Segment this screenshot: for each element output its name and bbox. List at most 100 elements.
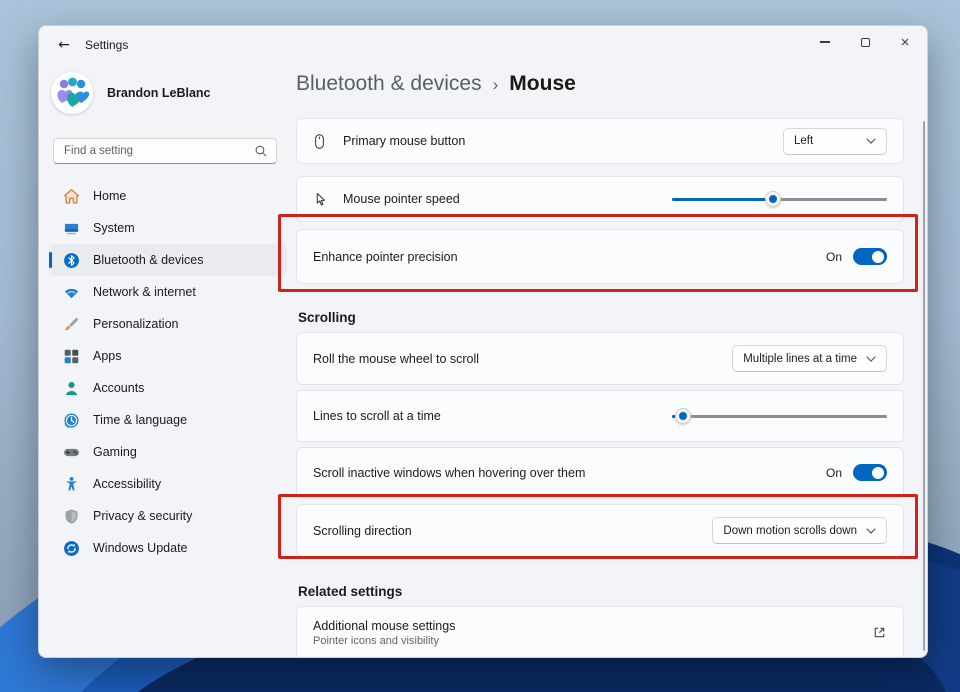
breadcrumb-parent[interactable]: Bluetooth & devices	[296, 72, 482, 96]
sidebar-item-system[interactable]: System	[49, 212, 287, 244]
primary-mouse-button-card: Primary mouse button Left	[296, 118, 904, 164]
lines-scroll-label: Lines to scroll at a time	[313, 409, 441, 423]
additional-mouse-settings-card[interactable]: Additional mouse settings Pointer icons …	[296, 606, 904, 657]
inactive-windows-toggle[interactable]	[853, 464, 887, 481]
accounts-icon	[65, 381, 78, 395]
primary-mouse-button-label: Primary mouse button	[343, 134, 466, 148]
sidebar-item-home[interactable]: Home	[49, 180, 287, 212]
sidebar-item-label: Apps	[93, 349, 122, 363]
wheel-scroll-dropdown[interactable]: Multiple lines at a time	[732, 345, 887, 372]
mouse-icon	[313, 133, 330, 150]
home-icon	[64, 188, 79, 204]
chevron-down-icon	[866, 355, 876, 362]
window-controls: ×	[805, 26, 925, 58]
settings-window: ← Settings × Brandon LeBlanc Find a sett…	[38, 25, 928, 658]
chevron-down-icon	[866, 527, 876, 534]
user-name: Brandon LeBlanc	[107, 86, 211, 100]
scrollbar[interactable]	[923, 121, 925, 651]
maximize-icon	[860, 37, 870, 47]
pointer-speed-card: Mouse pointer speed	[296, 176, 904, 222]
gaming-icon	[64, 448, 79, 456]
primary-button-dropdown[interactable]: Left	[783, 127, 887, 155]
slider-thumb[interactable]	[765, 191, 782, 207]
scrolling-direction-dropdown[interactable]: Down motion scrolls down	[712, 517, 887, 544]
sidebar-item-label: Windows Update	[93, 541, 188, 555]
sidebar-item-apps[interactable]: Apps	[49, 340, 287, 372]
sidebar-item-label: System	[93, 221, 135, 235]
related-settings-header: Related settings	[298, 584, 403, 599]
search-box	[53, 138, 277, 164]
sidebar-item-label: Privacy & security	[93, 509, 193, 523]
user-profile[interactable]: Brandon LeBlanc	[51, 72, 211, 114]
accessibility-icon	[65, 476, 78, 491]
wheel-scroll-card: Roll the mouse wheel to scroll Multiple …	[296, 332, 904, 385]
breadcrumb: Bluetooth & devices › Mouse	[296, 72, 576, 96]
slider-track	[672, 414, 887, 418]
lines-scroll-slider[interactable]	[672, 408, 887, 424]
slider-thumb[interactable]	[674, 408, 691, 424]
enhance-precision-label: Enhance pointer precision	[313, 249, 458, 264]
sidebar-item-label: Accounts	[93, 381, 145, 395]
scrolling-direction-value: Down motion scrolls down	[723, 524, 857, 537]
privacy-security-icon	[65, 508, 78, 524]
pointer-speed-slider[interactable]	[672, 191, 887, 207]
sidebar-item-bluetooth-devices[interactable]: Bluetooth & devices	[49, 244, 287, 276]
minimize-icon	[820, 41, 830, 43]
sidebar-item-personalization[interactable]: Personalization	[49, 308, 287, 340]
enhance-precision-card: Enhance pointer precision On	[296, 229, 904, 284]
avatar	[51, 72, 93, 114]
sidebar-item-label: Bluetooth & devices	[93, 253, 204, 267]
enhance-precision-state: On	[825, 249, 842, 264]
additional-settings-title: Additional mouse settings	[313, 618, 456, 633]
scrolling-direction-card: Scrolling direction Down motion scrolls …	[296, 504, 904, 557]
close-button[interactable]: ×	[885, 26, 925, 58]
additional-settings-subtitle: Pointer icons and visibility	[313, 634, 439, 647]
sidebar-item-privacy-security[interactable]: Privacy & security	[49, 500, 287, 532]
desktop-wallpaper: ← Settings × Brandon LeBlanc Find a sett…	[0, 0, 960, 692]
bluetooth-icon	[64, 252, 79, 268]
slider-fill	[672, 191, 782, 207]
sidebar-item-windows-update[interactable]: Windows Update	[49, 532, 287, 564]
primary-button-value: Left	[794, 135, 814, 147]
wheel-scroll-label: Roll the mouse wheel to scroll	[313, 351, 480, 366]
inactive-windows-state: On	[825, 465, 842, 480]
personalization-icon	[64, 317, 79, 330]
enhance-precision-toggle[interactable]	[853, 248, 887, 265]
search-icon	[255, 145, 267, 157]
back-button[interactable]: ←	[49, 32, 79, 58]
sidebar-item-gaming[interactable]: Gaming	[49, 436, 287, 468]
sidebar-item-accounts[interactable]: Accounts	[49, 372, 287, 404]
time-language-icon	[64, 412, 79, 428]
sidebar-item-label: Time & language	[93, 413, 188, 427]
maximize-button[interactable]	[845, 26, 885, 58]
scrolling-section-header: Scrolling	[298, 310, 356, 325]
cursor-icon	[313, 192, 330, 207]
toggle-knob	[872, 250, 884, 263]
search-input[interactable]	[64, 145, 254, 157]
lines-scroll-card: Lines to scroll at a time	[296, 390, 904, 442]
sidebar-item-network-internet[interactable]: Network & internet	[49, 276, 287, 308]
window-title: Settings	[85, 38, 129, 52]
sidebar-item-time-language[interactable]: Time & language	[49, 404, 287, 436]
external-link-icon	[872, 625, 887, 640]
chevron-down-icon	[866, 138, 876, 144]
sidebar-item-accessibility[interactable]: Accessibility	[49, 468, 287, 500]
close-icon: ×	[900, 33, 910, 51]
network-icon	[64, 288, 79, 298]
pointer-speed-label: Mouse pointer speed	[343, 192, 460, 206]
sidebar-item-label: Gaming	[93, 445, 137, 459]
scrolling-direction-label: Scrolling direction	[313, 523, 412, 538]
minimize-button[interactable]	[805, 26, 845, 58]
system-icon	[64, 223, 79, 234]
sidebar-item-label: Network & internet	[93, 285, 196, 299]
toggle-knob	[872, 466, 884, 479]
sidebar-item-label: Home	[93, 189, 127, 203]
sidebar-item-label: Accessibility	[93, 477, 162, 491]
windows-update-icon	[64, 540, 79, 556]
breadcrumb-separator-icon: ›	[492, 75, 499, 94]
apps-icon	[64, 349, 79, 363]
slider-fill	[672, 408, 691, 424]
page-title: Mouse	[509, 72, 576, 95]
sidebar-item-label: Personalization	[93, 317, 179, 331]
wheel-scroll-value: Multiple lines at a time	[743, 352, 857, 365]
